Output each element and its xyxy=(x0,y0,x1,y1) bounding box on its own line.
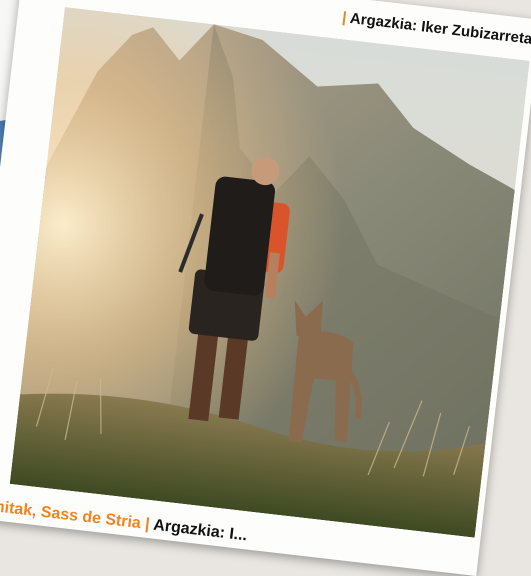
bottom-caption-place: Dolomitak, Sass de Stria | xyxy=(0,493,151,534)
bottom-caption-credit: Argazkia: I... xyxy=(152,516,249,545)
photo-print: | Argazkia: Iker Zubizarreta Dolomitak, … xyxy=(0,0,531,576)
photo-illustration xyxy=(9,7,530,538)
hiker-and-dog-photo xyxy=(9,7,530,538)
